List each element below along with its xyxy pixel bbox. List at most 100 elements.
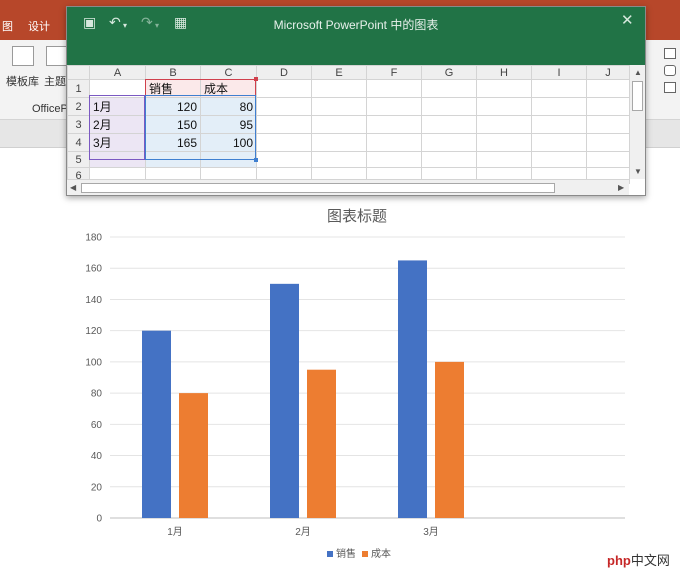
spreadsheet-grid[interactable]: A B C D E F G H I J 1 销售 成本 2 1月 120 80 … [67,65,630,184]
row-header[interactable]: 1 [67,79,90,98]
column-header[interactable]: B [145,65,201,80]
cell-J5[interactable] [586,151,630,168]
cell-D2[interactable] [256,97,312,116]
cell-H2[interactable] [476,97,532,116]
cell-B1[interactable]: 销售 [145,79,201,98]
cell-F3[interactable] [366,115,422,134]
y-tick-label: 80 [91,389,103,400]
bar-cost[interactable] [435,361,464,518]
cell-I4[interactable] [531,133,587,152]
cell-B2[interactable]: 120 [145,97,201,116]
cell-F5[interactable] [366,151,422,168]
vertical-scrollbar[interactable]: ▲ ▼ [629,65,645,179]
cell-F2[interactable] [366,97,422,116]
column-header[interactable]: G [421,65,477,80]
cell-J2[interactable] [586,97,630,116]
bar-sales[interactable] [398,260,427,518]
scroll-left-icon[interactable]: ◀ [70,183,76,193]
cell-F4[interactable] [366,133,422,152]
bar-sales[interactable] [142,330,171,518]
bar-sales[interactable] [270,283,299,518]
cell-G4[interactable] [421,133,477,152]
horizontal-scrollbar[interactable]: ◀ ▶ [67,179,629,195]
cell-B3[interactable]: 150 [145,115,201,134]
cell-J1[interactable] [586,79,630,98]
row-header[interactable]: 3 [67,115,90,134]
cell-H1[interactable] [476,79,532,98]
cell-G5[interactable] [421,151,477,168]
row-header[interactable]: 2 [67,97,90,116]
cell-H4[interactable] [476,133,532,152]
cell-C2[interactable]: 80 [200,97,257,116]
cell-A4[interactable]: 3月 [89,133,146,152]
legend-swatch-cost [362,551,368,557]
cell-H3[interactable] [476,115,532,134]
series-resize-handle[interactable] [254,77,258,81]
cell-D1[interactable] [256,79,312,98]
y-tick-label: 40 [91,451,103,462]
cell-F1[interactable] [366,79,422,98]
y-tick-label: 0 [96,514,102,525]
cell-E5[interactable] [311,151,367,168]
cell-C5[interactable] [200,151,257,168]
range-resize-handle[interactable] [254,158,258,162]
cell-I3[interactable] [531,115,587,134]
cell-H5[interactable] [476,151,532,168]
horizontal-scroll-thumb[interactable] [81,183,555,193]
cell-D5[interactable] [256,151,312,168]
table-row: 2 1月 120 80 [67,97,630,116]
chart-data-title: Microsoft PowerPoint 中的图表 [273,18,439,32]
column-header[interactable]: E [311,65,367,80]
scroll-right-icon[interactable]: ▶ [618,183,624,193]
cell-I5[interactable] [531,151,587,168]
scroll-up-icon[interactable]: ▲ [634,68,642,78]
cell-G3[interactable] [421,115,477,134]
table-row: 5 [67,151,630,168]
column-header[interactable]: F [366,65,422,80]
cell-C3[interactable]: 95 [200,115,257,134]
legend-entry-cost[interactable]: 成本 [362,545,391,560]
cell-I2[interactable] [531,97,587,116]
chart-data-window[interactable]: ▣ ↶ ▾ ↷ ▾ ▦ Microsoft PowerPoint 中的图表 ✕ … [66,6,646,196]
scroll-down-icon[interactable]: ▼ [634,167,642,177]
cell-D4[interactable] [256,133,312,152]
bar-cost[interactable] [307,369,336,518]
cell-A3[interactable]: 2月 [89,115,146,134]
column-header[interactable]: J [586,65,630,80]
cell-C4[interactable]: 100 [200,133,257,152]
cell-I1[interactable] [531,79,587,98]
watermark-site: 中文网 [630,553,670,568]
cell-E2[interactable] [311,97,367,116]
cell-G2[interactable] [421,97,477,116]
cell-E1[interactable] [311,79,367,98]
cell-E4[interactable] [311,133,367,152]
cell-A2[interactable]: 1月 [89,97,146,116]
column-header[interactable]: H [476,65,532,80]
chart-area[interactable]: 图表标题 0 20 40 60 80 100 120 140 160 180 1月 2月 3月 销售 成… [0,196,680,573]
cell-J4[interactable] [586,133,630,152]
select-all-corner[interactable] [67,65,90,80]
y-tick-label: 160 [85,264,102,275]
column-header[interactable]: I [531,65,587,80]
cell-A5[interactable] [89,151,146,168]
column-header[interactable]: D [256,65,312,80]
column-header[interactable]: C [200,65,257,80]
cell-E3[interactable] [311,115,367,134]
vertical-scroll-thumb[interactable] [632,81,643,111]
cell-J3[interactable] [586,115,630,134]
row-header[interactable]: 4 [67,133,90,152]
legend-entry-sales[interactable]: 销售 [327,545,356,560]
bar-cost[interactable] [179,393,208,518]
table-row: 4 3月 165 100 [67,133,630,152]
column-header[interactable]: A [89,65,146,80]
cell-B4[interactable]: 165 [145,133,201,152]
row-header[interactable]: 5 [67,151,90,168]
cell-B5[interactable] [145,151,201,168]
chart-plot[interactable]: 0 20 40 60 80 100 120 140 160 180 1月 2月 3月 [0,196,680,573]
column-header-row: A B C D E F G H I J [67,65,630,80]
close-icon[interactable]: ✕ [621,13,634,29]
cell-C1[interactable]: 成本 [200,79,257,98]
cell-D3[interactable] [256,115,312,134]
cell-A1[interactable] [89,79,146,98]
cell-G1[interactable] [421,79,477,98]
